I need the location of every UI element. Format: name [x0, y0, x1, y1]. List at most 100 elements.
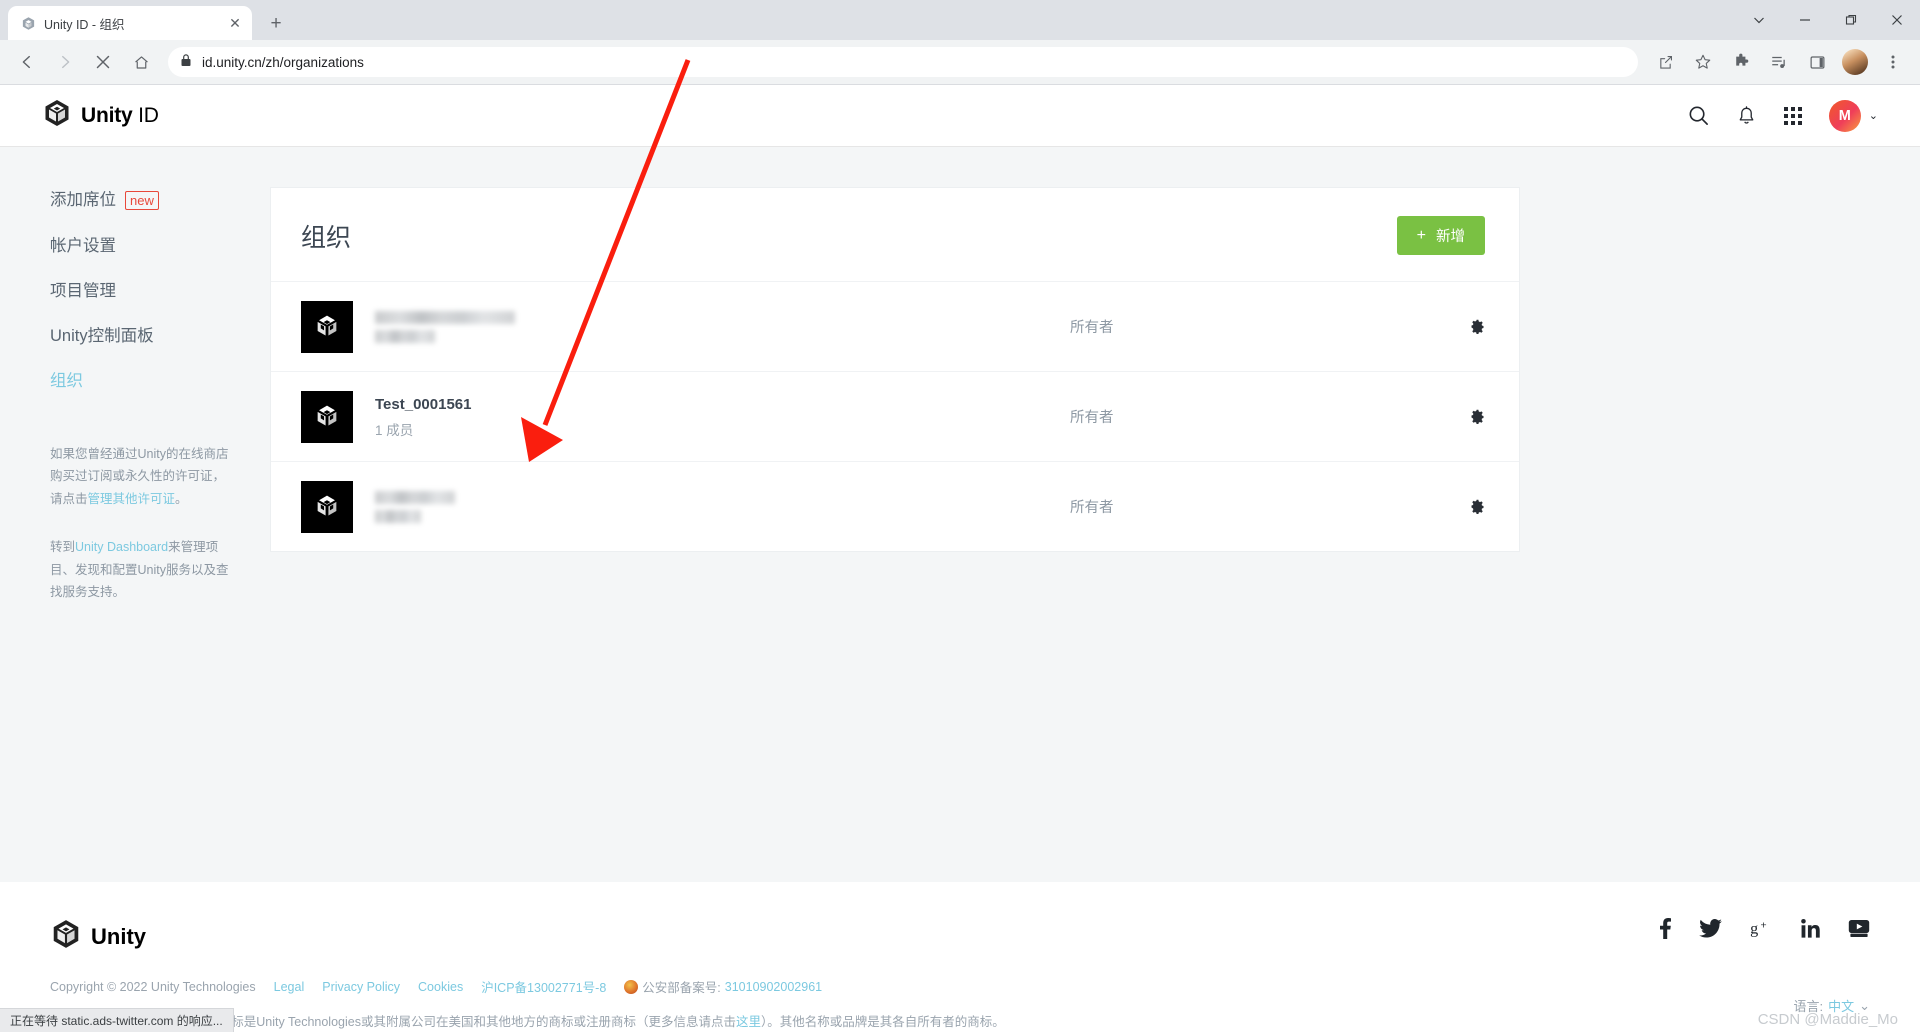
main-content: 组织 + 新增 所有者 Test_0001561 1 成员 所有者 所有者	[270, 147, 1920, 882]
back-icon[interactable]	[12, 47, 42, 77]
stop-loading-icon[interactable]	[88, 47, 118, 77]
footer-link-icp[interactable]: 沪ICP备13002771号-8	[481, 977, 606, 996]
organization-name[interactable]: Test_0001561	[375, 394, 1070, 416]
add-organization-label: 新增	[1436, 229, 1465, 245]
sidebar-item-label: 添加席位	[50, 191, 116, 210]
star-icon[interactable]	[1688, 47, 1718, 77]
puzzle-icon[interactable]	[1726, 47, 1756, 77]
organization-member-count: 1 成员	[375, 422, 414, 438]
dashboard-note-prefix: 转到	[50, 539, 76, 554]
gear-icon[interactable]	[1470, 409, 1485, 424]
copyright-text: Copyright © 2022 Unity Technologies	[50, 979, 256, 994]
table-row[interactable]: 所有者	[271, 281, 1519, 371]
police-badge-icon	[624, 979, 639, 994]
tab-search-button[interactable]	[1736, 3, 1782, 37]
google-plus-icon[interactable]: g +	[1750, 919, 1773, 938]
gov-filing-number[interactable]: 31010902002961	[725, 980, 822, 994]
table-row[interactable]: 所有者	[271, 461, 1519, 551]
organization-name-redacted	[375, 490, 1070, 523]
unity-cube-logo-icon	[42, 98, 72, 133]
unity-cube-logo-icon	[50, 918, 82, 955]
svg-text:g: g	[1750, 920, 1758, 937]
sidebar-item-label: 组织	[50, 372, 83, 391]
share-icon[interactable]	[1650, 47, 1680, 77]
footer-link-legal[interactable]: Legal	[274, 980, 305, 994]
tab-close-icon[interactable]: ✕	[226, 14, 244, 32]
sidebar-item-label: 项目管理	[50, 282, 116, 301]
sidebar-item-project-management[interactable]: 项目管理	[50, 282, 232, 300]
search-icon[interactable]	[1687, 104, 1710, 127]
gov-filing-label: 公安部备案号:	[642, 981, 721, 995]
linkedin-icon[interactable]	[1801, 919, 1820, 938]
sidebar-item-unity-dashboard[interactable]: Unity控制面板	[50, 327, 232, 345]
license-note-suffix: 。	[175, 492, 188, 507]
unity-cube-icon	[301, 480, 353, 533]
footer-link-cookies[interactable]: Cookies	[418, 980, 463, 994]
unity-footer-logo[interactable]: Unity	[50, 918, 146, 955]
unity-id-logo-text: Unity ID	[81, 104, 159, 128]
unity-footer-logo-text: Unity	[91, 923, 146, 949]
gear-icon[interactable]	[1470, 499, 1485, 514]
manage-other-licenses-link[interactable]: 管理其他许可证	[88, 492, 176, 506]
notification-bell-icon[interactable]	[1736, 105, 1757, 127]
web-page: Unity ID M ⌄ 添加席位 new 帐户设置 项目管理 Unity控制面…	[0, 85, 1920, 1032]
site-footer: Unity g + Copyright © 2022 Unity Technol…	[0, 882, 1920, 1032]
address-bar[interactable]: id.unity.cn/zh/organizations	[168, 47, 1638, 77]
page-title: 组织	[301, 223, 352, 252]
address-bar-url: id.unity.cn/zh/organizations	[202, 54, 364, 70]
redacted-bar	[375, 310, 515, 324]
sidebar-item-organizations[interactable]: 组织	[50, 372, 232, 390]
sidebar-item-label: 帐户设置	[50, 237, 116, 255]
apps-grid-icon[interactable]	[1783, 106, 1803, 126]
home-icon[interactable]	[126, 47, 156, 77]
browser-tab[interactable]: Unity ID - 组织 ✕	[8, 6, 252, 40]
window-minimize-button[interactable]	[1782, 3, 1828, 37]
footer-link-privacy-policy[interactable]: Privacy Policy	[322, 980, 400, 994]
organization-name-redacted	[375, 310, 1070, 343]
plus-icon: +	[1416, 226, 1426, 244]
media-list-icon[interactable]	[1764, 47, 1794, 77]
chrome-profile-avatar[interactable]	[1842, 49, 1868, 75]
youtube-icon[interactable]	[1848, 919, 1870, 938]
three-dot-menu-icon[interactable]	[1878, 47, 1908, 77]
redacted-bar	[375, 490, 455, 504]
sidebar-license-note: 如果您曾经通过Unity的在线商店购买过订阅或永久性的许可证，请点击管理其他许可…	[50, 443, 232, 511]
window-close-button[interactable]	[1874, 3, 1920, 37]
toolbar-right-actions	[1646, 47, 1912, 77]
organizations-card: 组织 + 新增 所有者 Test_0001561 1 成员 所有者 所有者	[270, 187, 1520, 552]
organization-info	[375, 490, 1070, 523]
unity-id-logo[interactable]: Unity ID	[42, 98, 159, 133]
gov-filing-item[interactable]: 公安部备案号: 31010902002961	[624, 977, 822, 996]
browser-tabstrip: Unity ID - 组织 ✕ +	[0, 0, 1920, 40]
new-tab-button[interactable]: +	[262, 9, 290, 37]
chevron-down-icon: ⌄	[1868, 110, 1878, 122]
redacted-bar	[375, 509, 421, 523]
unity-cube-icon	[301, 390, 353, 443]
sidebar-item-account-settings[interactable]: 帐户设置	[50, 237, 232, 255]
forward-icon[interactable]	[50, 47, 80, 77]
add-organization-button[interactable]: + 新增	[1396, 216, 1485, 255]
gear-icon[interactable]	[1470, 319, 1485, 334]
status-text: 正在等待 static.ads-twitter.com 的响应...	[10, 1014, 223, 1028]
sidebar-dashboard-note: 转到Unity Dashboard来管理项目、发现和配置Unity服务以及查找服…	[50, 536, 232, 604]
window-maximize-button[interactable]	[1828, 3, 1874, 37]
table-row[interactable]: Test_0001561 1 成员 所有者	[271, 371, 1519, 461]
organization-role: 所有者	[1070, 410, 1114, 426]
logo-light-part: ID	[138, 103, 159, 127]
side-panel-icon[interactable]	[1802, 47, 1832, 77]
sidebar-item-add-seats[interactable]: 添加席位 new	[50, 191, 232, 210]
footer-links: Copyright © 2022 Unity Technologies Lega…	[50, 977, 1870, 996]
footer-bottom-row: “Unity”，Unity徽标和其他Unity商标是Unity Technolo…	[50, 996, 1870, 1032]
twitter-icon[interactable]	[1699, 919, 1722, 938]
unity-dashboard-link[interactable]: Unity Dashboard	[75, 540, 168, 554]
browser-status-bar: 正在等待 static.ads-twitter.com 的响应...	[0, 1008, 234, 1032]
facebook-icon[interactable]	[1660, 918, 1671, 939]
sidebar: 添加席位 new 帐户设置 项目管理 Unity控制面板 组织 如果您曾经通过U…	[0, 147, 270, 882]
logo-bold-part: Unity	[81, 103, 133, 127]
unity-site-header: Unity ID M ⌄	[0, 85, 1920, 147]
user-menu[interactable]: M ⌄	[1828, 99, 1878, 132]
avatar: M	[1828, 99, 1861, 132]
trademark-more-info-link[interactable]: 这里	[736, 1015, 761, 1029]
unity-cube-icon	[301, 300, 353, 353]
lock-icon	[180, 53, 192, 72]
